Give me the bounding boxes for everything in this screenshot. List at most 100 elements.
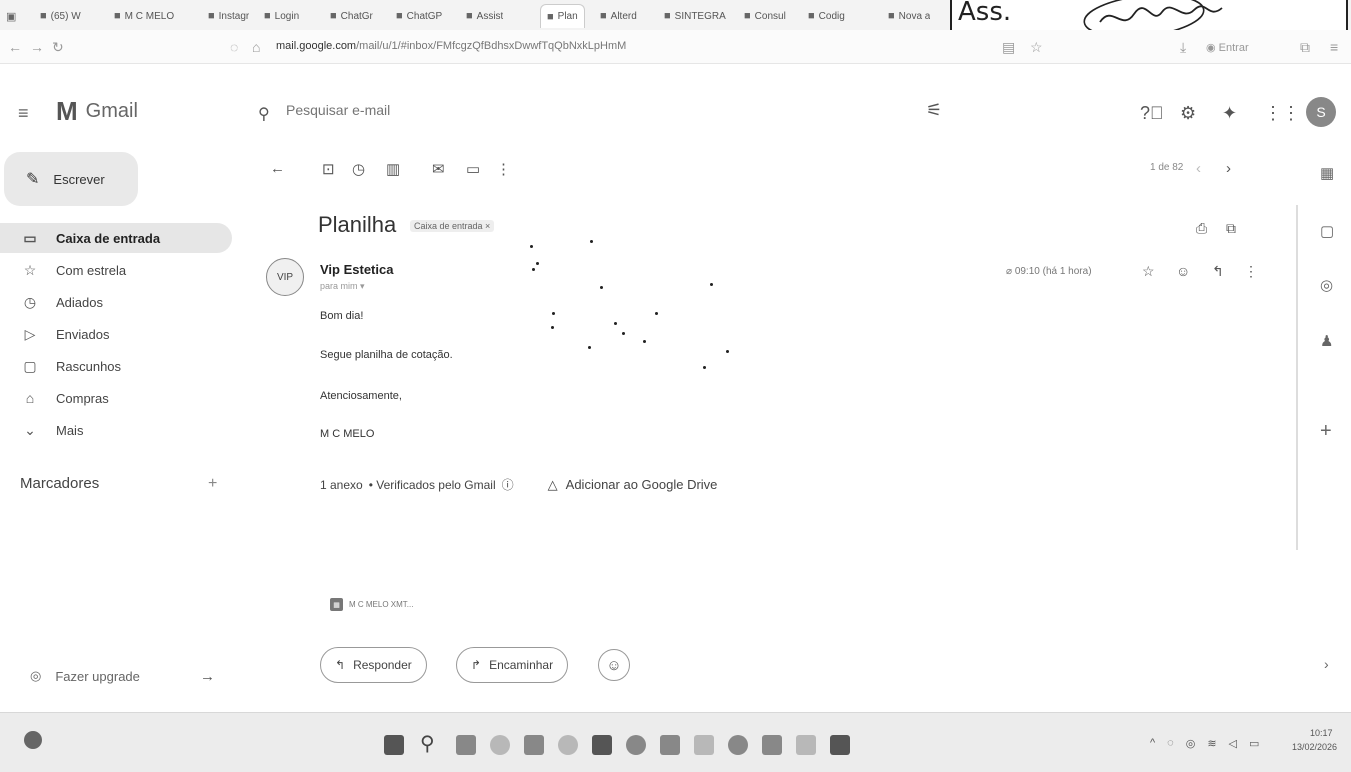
compose-button[interactable]: ✎ Escrever: [4, 152, 138, 206]
snooze-icon[interactable]: ◷: [352, 160, 365, 178]
emoji-react-icon[interactable]: ☺: [1176, 263, 1190, 279]
browser-tab[interactable]: ■ ChatGP: [396, 6, 442, 26]
extensions-icon[interactable]: ⧉: [1300, 39, 1310, 56]
hamburger-menu-icon[interactable]: ≡: [18, 103, 29, 124]
outlook-icon[interactable]: [660, 735, 680, 755]
taskbar-app-icon[interactable]: [762, 735, 782, 755]
apps-grid-icon[interactable]: ⋮⋮: [1264, 103, 1300, 124]
sidebar-item-draft[interactable]: ▢ Rascunhos: [0, 351, 232, 381]
expand-panel-icon[interactable]: ›: [1324, 656, 1329, 672]
attachment-chip[interactable]: ▦ M C MELO XMT...: [330, 598, 413, 611]
browser-tab[interactable]: ■ Nova a: [888, 6, 930, 26]
sidebar-item-shopping[interactable]: ⌂ Compras: [0, 383, 232, 413]
open-new-window-icon[interactable]: ⧉: [1226, 220, 1236, 237]
clock-time[interactable]: 10:17: [1310, 728, 1333, 738]
shield-icon[interactable]: ◌: [230, 39, 238, 55]
forward-arrow-icon[interactable]: →: [30, 39, 44, 55]
browser-tab[interactable]: ■ SINTEGRA: [664, 6, 726, 26]
signin-button[interactable]: ◉ Entrar: [1206, 41, 1249, 54]
recipient-line[interactable]: para mim ▾: [320, 281, 365, 292]
sidebar-item-clock[interactable]: ◷ Adiados: [0, 287, 232, 317]
reader-icon[interactable]: ▤: [1002, 39, 1015, 56]
info-icon[interactable]: ⓘ: [502, 476, 514, 493]
browser-tab[interactable]: ■ Instagr: [208, 6, 249, 26]
reload-icon[interactable]: ↻: [52, 39, 64, 56]
help-icon[interactable]: ?⃝: [1140, 103, 1164, 124]
gmail-logo[interactable]: M Gmail: [56, 96, 138, 127]
tray-chevron-icon[interactable]: ^: [1150, 737, 1155, 750]
move-to-folder-icon[interactable]: ▭: [466, 160, 480, 178]
browser-tab[interactable]: ■ M C MELO: [114, 6, 174, 26]
tray-app-icon[interactable]: ◎: [1186, 737, 1196, 750]
wifi-icon[interactable]: ≋: [1207, 737, 1216, 750]
system-tray[interactable]: ^ ◌ ◎ ≋ ◁ ▭: [1150, 737, 1259, 750]
forward-button[interactable]: ↱ Encaminhar: [456, 647, 569, 683]
widgets-icon[interactable]: [24, 731, 42, 749]
browser-tab[interactable]: ■ Plan: [540, 4, 585, 28]
tab-actions-icon[interactable]: ▣: [6, 6, 16, 26]
calendar-icon[interactable]: ▦: [1320, 164, 1334, 182]
edge-icon[interactable]: [626, 735, 646, 755]
browser-tab[interactable]: ■ Codig: [808, 6, 845, 26]
tasks-icon[interactable]: ◎: [1320, 276, 1333, 294]
taskbar-app-icon[interactable]: [830, 735, 850, 755]
star-message-icon[interactable]: ☆: [1142, 263, 1155, 280]
gemini-sparkle-icon[interactable]: ✦: [1222, 103, 1237, 124]
browser-tab[interactable]: ■ (65) W: [40, 6, 81, 26]
volume-icon[interactable]: ◁: [1229, 737, 1237, 750]
arrow-right-icon[interactable]: →: [200, 668, 215, 685]
back-arrow-icon[interactable]: ←: [8, 39, 22, 55]
search-icon[interactable]: ⚲: [258, 104, 270, 124]
sender-name[interactable]: Vip Estetica: [320, 262, 393, 277]
back-to-inbox-icon[interactable]: ←: [270, 160, 285, 177]
browser-tab[interactable]: ■ Consul: [744, 6, 786, 26]
scrollbar[interactable]: [1296, 205, 1298, 550]
sidebar-item-send[interactable]: ▷ Enviados: [0, 319, 232, 349]
print-icon[interactable]: ⎙: [1196, 220, 1207, 237]
account-avatar[interactable]: S: [1306, 97, 1336, 127]
more-options-icon[interactable]: ⋮: [496, 160, 511, 178]
bookmark-star-icon[interactable]: ☆: [1030, 39, 1043, 56]
url-field[interactable]: mail.google.com/mail/u/1/#inbox/FMfcgzQf…: [276, 40, 626, 52]
get-addons-icon[interactable]: +: [1320, 420, 1332, 443]
contacts-icon[interactable]: ♟: [1320, 332, 1333, 350]
keep-icon[interactable]: ▢: [1320, 222, 1334, 240]
browser-tab[interactable]: ■ ChatGr: [330, 6, 373, 26]
start-menu-icon[interactable]: [384, 735, 404, 755]
older-chevron-icon[interactable]: ›: [1226, 160, 1231, 177]
inbox-label-chip[interactable]: Caixa de entrada ×: [410, 220, 495, 232]
delete-icon[interactable]: ▥: [386, 160, 400, 178]
message-more-icon[interactable]: ⋮: [1244, 263, 1258, 280]
settings-gear-icon[interactable]: ⚙: [1180, 103, 1196, 124]
browser-menu-icon[interactable]: ≡: [1330, 39, 1338, 55]
sidebar-item-chevron-down[interactable]: ⌄ Mais: [0, 415, 232, 445]
browser-tab[interactable]: ■ Alterd: [600, 6, 637, 26]
reply-icon[interactable]: ↰: [1212, 263, 1224, 280]
browser-tab[interactable]: ■ Assist: [466, 6, 503, 26]
search-input[interactable]: [286, 102, 886, 118]
clock-date[interactable]: 13/02/2026: [1292, 742, 1337, 752]
taskbar-app-icon[interactable]: [796, 735, 816, 755]
add-label-icon[interactable]: +: [208, 475, 217, 493]
archive-icon[interactable]: ⊡: [322, 160, 335, 178]
add-to-drive-button[interactable]: △ Adicionar ao Google Drive: [548, 477, 718, 493]
upgrade-link[interactable]: ◎ Fazer upgrade: [30, 668, 140, 684]
mark-unread-icon[interactable]: ✉: [432, 160, 445, 178]
download-icon[interactable]: ⤓: [1180, 39, 1186, 56]
search-filter-icon[interactable]: ⚟: [926, 100, 942, 121]
notepad-icon[interactable]: [694, 735, 714, 755]
firefox-icon[interactable]: [558, 735, 578, 755]
search-bar[interactable]: ⚲ ⚟: [258, 92, 958, 136]
emoji-button[interactable]: ☺: [598, 649, 630, 681]
newer-chevron-icon[interactable]: ‹: [1196, 160, 1201, 177]
taskbar-app-icon[interactable]: [490, 735, 510, 755]
taskbar-app-icon[interactable]: [524, 735, 544, 755]
reply-button[interactable]: ↰ Responder: [320, 647, 427, 683]
battery-icon[interactable]: ▭: [1249, 737, 1259, 750]
sidebar-item-star[interactable]: ☆ Com estrela: [0, 255, 232, 285]
tray-app-icon[interactable]: ◌: [1167, 737, 1174, 750]
sidebar-item-inbox[interactable]: ▭ Caixa de entrada: [0, 223, 232, 253]
taskbar-app-icon[interactable]: [592, 735, 612, 755]
browser-tab[interactable]: ■ Login: [264, 6, 299, 26]
lock-icon[interactable]: ⌂: [252, 39, 260, 55]
